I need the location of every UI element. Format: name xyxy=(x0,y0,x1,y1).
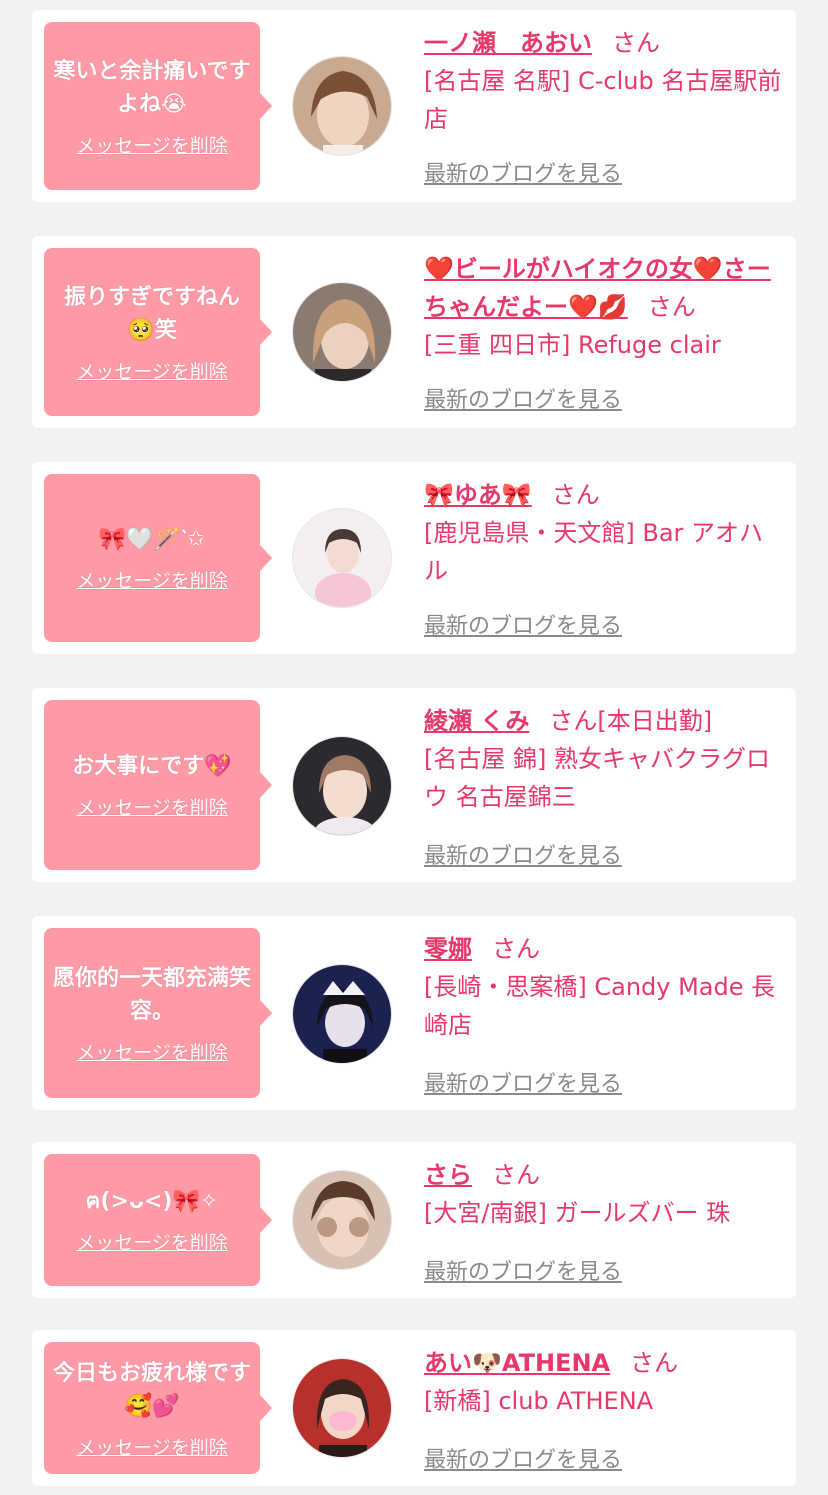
avatar[interactable] xyxy=(292,964,392,1064)
message-text: 愿你的一天都充满笑容。 xyxy=(52,965,251,1024)
message-bubble: 今日もお疲れ様です🥰💕 メッセージを削除 xyxy=(44,1342,272,1474)
cast-info: 一ノ瀬 あおい さん [名古屋 名駅] C-club 名古屋駅前店 xyxy=(424,24,784,138)
delete-message-link[interactable]: メッセージを削除 xyxy=(76,131,228,158)
message-bubble: 寒いと余計痛いですよね😭 メッセージを削除 xyxy=(44,22,272,190)
latest-blog-link[interactable]: 最新のブログを見る xyxy=(424,1442,622,1474)
honorific: さん xyxy=(647,293,696,321)
latest-blog-link[interactable]: 最新のブログを見る xyxy=(424,382,622,414)
honorific: さん xyxy=(551,481,600,509)
delete-message-link[interactable]: メッセージを削除 xyxy=(76,1038,228,1065)
delete-message-link[interactable]: メッセージを削除 xyxy=(76,793,228,820)
honorific: さん xyxy=(492,1161,540,1189)
message-card: 振りすぎですねん🥺笑 メッセージを削除 ❤️ビールがハイオクの女❤️さーちゃんだ… xyxy=(32,236,796,428)
cast-name-link[interactable]: 綾瀬 くみ xyxy=(424,707,529,735)
shop-info: [大宮/南銀] ガールズバー 珠 xyxy=(424,1199,731,1227)
cast-info: 綾瀬 くみ さん[本日出勤] [名古屋 錦] 熟女キャバクラグロウ 名古屋錦三 xyxy=(424,702,784,816)
shop-info: [三重 四日市] Refuge clair xyxy=(424,331,721,359)
status-badge: [本日出勤] xyxy=(597,707,713,735)
message-text: お大事にです💖 xyxy=(72,754,232,779)
message-card: 寒いと余計痛いですよね😭 メッセージを削除 一ノ瀬 あおい さん [名古屋 名駅]… xyxy=(32,10,796,202)
message-card: 愿你的一天都充满笑容。 メッセージを削除 零娜 さん [長崎・思案橋] Candy… xyxy=(32,916,796,1110)
honorific: さん xyxy=(612,29,660,57)
message-bubble: 振りすぎですねん🥺笑 メッセージを削除 xyxy=(44,248,272,416)
message-text: 振りすぎですねん🥺笑 xyxy=(63,284,240,343)
shop-info: [名古屋 名駅] C-club 名古屋駅前店 xyxy=(424,67,782,133)
message-bubble: 🎀🤍🪄‵✩ メッセージを削除 xyxy=(44,474,272,642)
shop-info: [長崎・思案橋] Candy Made 長崎店 xyxy=(424,973,776,1039)
message-text: 寒いと余計痛いですよね😭 xyxy=(53,58,251,117)
message-text: 今日もお疲れ様です🥰💕 xyxy=(52,1360,251,1419)
latest-blog-link[interactable]: 最新のブログを見る xyxy=(424,1254,622,1286)
message-card: お大事にです💖 メッセージを削除 綾瀬 くみ さん[本日出勤] [名古屋 錦] 熟… xyxy=(32,688,796,882)
message-text: 🎀🤍🪄‵✩ xyxy=(98,527,206,552)
delete-message-link[interactable]: メッセージを削除 xyxy=(76,1228,228,1255)
cast-info: 🎀ゆあ🎀 さん [鹿児島県・天文館] Bar アオハル xyxy=(424,476,784,590)
delete-message-link[interactable]: メッセージを削除 xyxy=(76,357,228,384)
message-card: ฅ(>ᴗ<)🎀✧ メッセージを削除 さら さん [大宮/南銀] ガールズバー 珠 … xyxy=(32,1142,796,1298)
cast-name-link[interactable]: 一ノ瀬 あおい xyxy=(424,29,592,57)
message-bubble: 愿你的一天都充满笑容。 メッセージを削除 xyxy=(44,928,272,1098)
cast-info: さら さん [大宮/南銀] ガールズバー 珠 xyxy=(424,1156,784,1232)
cast-info: あい🐶ATHENA さん [新橋] club ATHENA xyxy=(424,1344,784,1420)
message-bubble: ฅ(>ᴗ<)🎀✧ メッセージを削除 xyxy=(44,1154,272,1286)
avatar[interactable] xyxy=(292,1170,392,1270)
message-text: ฅ(>ᴗ<)🎀✧ xyxy=(85,1189,219,1214)
shop-info: [名古屋 錦] 熟女キャバクラグロウ 名古屋錦三 xyxy=(424,745,770,811)
message-card: 🎀🤍🪄‵✩ メッセージを削除 🎀ゆあ🎀 さん [鹿児島県・天文館] Bar アオハ… xyxy=(32,462,796,654)
message-bubble: お大事にです💖 メッセージを削除 xyxy=(44,700,272,870)
avatar[interactable] xyxy=(292,508,392,608)
shop-info: [鹿児島県・天文館] Bar アオハル xyxy=(424,519,764,585)
shop-info: [新橋] club ATHENA xyxy=(424,1387,654,1415)
latest-blog-link[interactable]: 最新のブログを見る xyxy=(424,1066,622,1098)
honorific: さん xyxy=(549,707,598,735)
cast-info: 零娜 さん [長崎・思案橋] Candy Made 長崎店 xyxy=(424,930,784,1044)
honorific: さん xyxy=(492,935,540,963)
avatar[interactable] xyxy=(292,1358,392,1458)
cast-name-link[interactable]: 🎀ゆあ🎀 xyxy=(424,481,532,509)
avatar[interactable] xyxy=(292,736,392,836)
cast-name-link[interactable]: あい🐶ATHENA xyxy=(424,1349,610,1377)
delete-message-link[interactable]: メッセージを削除 xyxy=(76,1433,228,1460)
latest-blog-link[interactable]: 最新のブログを見る xyxy=(424,838,622,870)
cast-name-link[interactable]: さら xyxy=(424,1161,472,1189)
avatar[interactable] xyxy=(292,282,392,382)
cast-name-link[interactable]: ❤️ビールがハイオクの女❤️さーちゃんだよー❤️💋 xyxy=(424,255,771,321)
avatar[interactable] xyxy=(292,56,392,156)
cast-info: ❤️ビールがハイオクの女❤️さーちゃんだよー❤️💋 さん [三重 四日市] Ref… xyxy=(424,250,784,364)
message-card: 今日もお疲れ様です🥰💕 メッセージを削除 あい🐶ATHENA さん [新橋] cl… xyxy=(32,1330,796,1486)
latest-blog-link[interactable]: 最新のブログを見る xyxy=(424,156,622,188)
honorific: さん xyxy=(630,1349,679,1377)
latest-blog-link[interactable]: 最新のブログを見る xyxy=(424,608,622,640)
delete-message-link[interactable]: メッセージを削除 xyxy=(76,566,228,593)
cast-name-link[interactable]: 零娜 xyxy=(424,935,472,963)
